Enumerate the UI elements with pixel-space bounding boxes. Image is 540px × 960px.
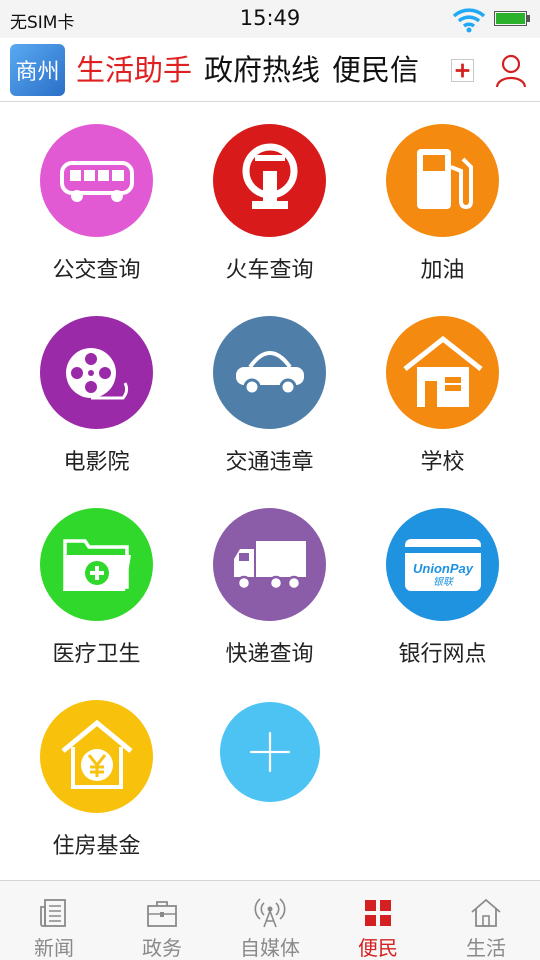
truck-icon bbox=[213, 508, 326, 621]
service-label: 电影院 bbox=[63, 450, 130, 475]
service-cinema[interactable]: 电影院 bbox=[0, 296, 180, 488]
bottom-tab-bar: 新闻 政务 自媒体 便民 生活 bbox=[0, 880, 540, 960]
service-bank[interactable]: UnionPay 银联 银行网点 bbox=[346, 488, 526, 680]
car-icon bbox=[213, 316, 326, 429]
tab-news[interactable]: 新闻 bbox=[0, 881, 108, 960]
status-bar: 无SIM卡 15:49 bbox=[0, 0, 540, 38]
tab-label: 自媒体 bbox=[240, 936, 300, 960]
film-reel-icon bbox=[40, 316, 153, 429]
tab-we-media[interactable]: 自媒体 bbox=[216, 881, 324, 960]
user-icon[interactable] bbox=[494, 53, 528, 89]
tab-life[interactable]: 生活 bbox=[432, 881, 540, 960]
bus-icon bbox=[40, 124, 153, 237]
service-label: 住房基金 bbox=[52, 834, 141, 859]
service-label: 医疗卫生 bbox=[52, 642, 141, 667]
service-school[interactable]: 学校 bbox=[346, 296, 526, 488]
school-icon bbox=[386, 316, 499, 429]
housing-fund-icon bbox=[40, 700, 153, 813]
grid-icon bbox=[365, 900, 391, 926]
service-housing-fund[interactable]: 住房基金 bbox=[0, 680, 180, 872]
briefcase-icon bbox=[147, 901, 177, 927]
channel-tabs: 生活助手 政府热线 便民信 bbox=[76, 38, 436, 102]
unionpay-text: UnionPay bbox=[413, 561, 474, 576]
tab-government-hotline[interactable]: 政府热线 bbox=[204, 38, 320, 102]
tab-government[interactable]: 政务 bbox=[108, 881, 216, 960]
service-grid: 公交查询 火车查询 加油 电影院 交通违章 学校 医疗卫生 快递查询 Union… bbox=[0, 104, 540, 880]
tab-label: 新闻 bbox=[34, 936, 74, 960]
service-label: 加油 bbox=[420, 258, 465, 283]
header: 商州 生活助手 政府热线 便民信 bbox=[0, 38, 540, 102]
service-label: 学校 bbox=[420, 450, 465, 475]
app-logo: 商州 bbox=[10, 44, 65, 96]
medical-folder-icon bbox=[40, 508, 153, 621]
service-label: 银行网点 bbox=[398, 642, 487, 667]
tab-life-assistant[interactable]: 生活助手 bbox=[76, 38, 192, 102]
fuel-pump-icon bbox=[386, 124, 499, 237]
service-train[interactable]: 火车查询 bbox=[173, 104, 353, 296]
service-label: 快递查询 bbox=[225, 642, 314, 667]
tab-label: 政务 bbox=[142, 936, 182, 960]
broadcast-icon bbox=[254, 898, 286, 928]
service-express[interactable]: 快递查询 bbox=[173, 488, 353, 680]
service-label: 交通违章 bbox=[225, 450, 314, 475]
service-fuel[interactable]: 加油 bbox=[346, 104, 526, 296]
tab-convenience-info[interactable]: 便民信 bbox=[332, 38, 419, 102]
tab-label: 便民 bbox=[358, 936, 398, 960]
unionpay-card-icon: UnionPay 银联 bbox=[386, 508, 499, 621]
service-traffic-violation[interactable]: 交通违章 bbox=[173, 296, 353, 488]
wifi-icon bbox=[452, 8, 486, 33]
plus-box-icon bbox=[455, 63, 470, 78]
service-label: 公交查询 bbox=[52, 258, 141, 283]
service-bus[interactable]: 公交查询 bbox=[0, 104, 180, 296]
service-label: 火车查询 bbox=[225, 258, 314, 283]
unionpay-cn-text: 银联 bbox=[433, 576, 454, 588]
service-medical[interactable]: 医疗卫生 bbox=[0, 488, 180, 680]
battery-icon bbox=[494, 11, 530, 26]
railway-icon bbox=[213, 124, 326, 237]
tab-convenience[interactable]: 便民 bbox=[324, 881, 432, 960]
home-icon bbox=[471, 898, 501, 927]
plus-icon bbox=[220, 702, 320, 802]
add-channel-button[interactable] bbox=[451, 59, 474, 82]
newspaper-icon bbox=[40, 899, 66, 927]
add-service-button[interactable] bbox=[180, 680, 360, 872]
tab-label: 生活 bbox=[466, 936, 506, 960]
